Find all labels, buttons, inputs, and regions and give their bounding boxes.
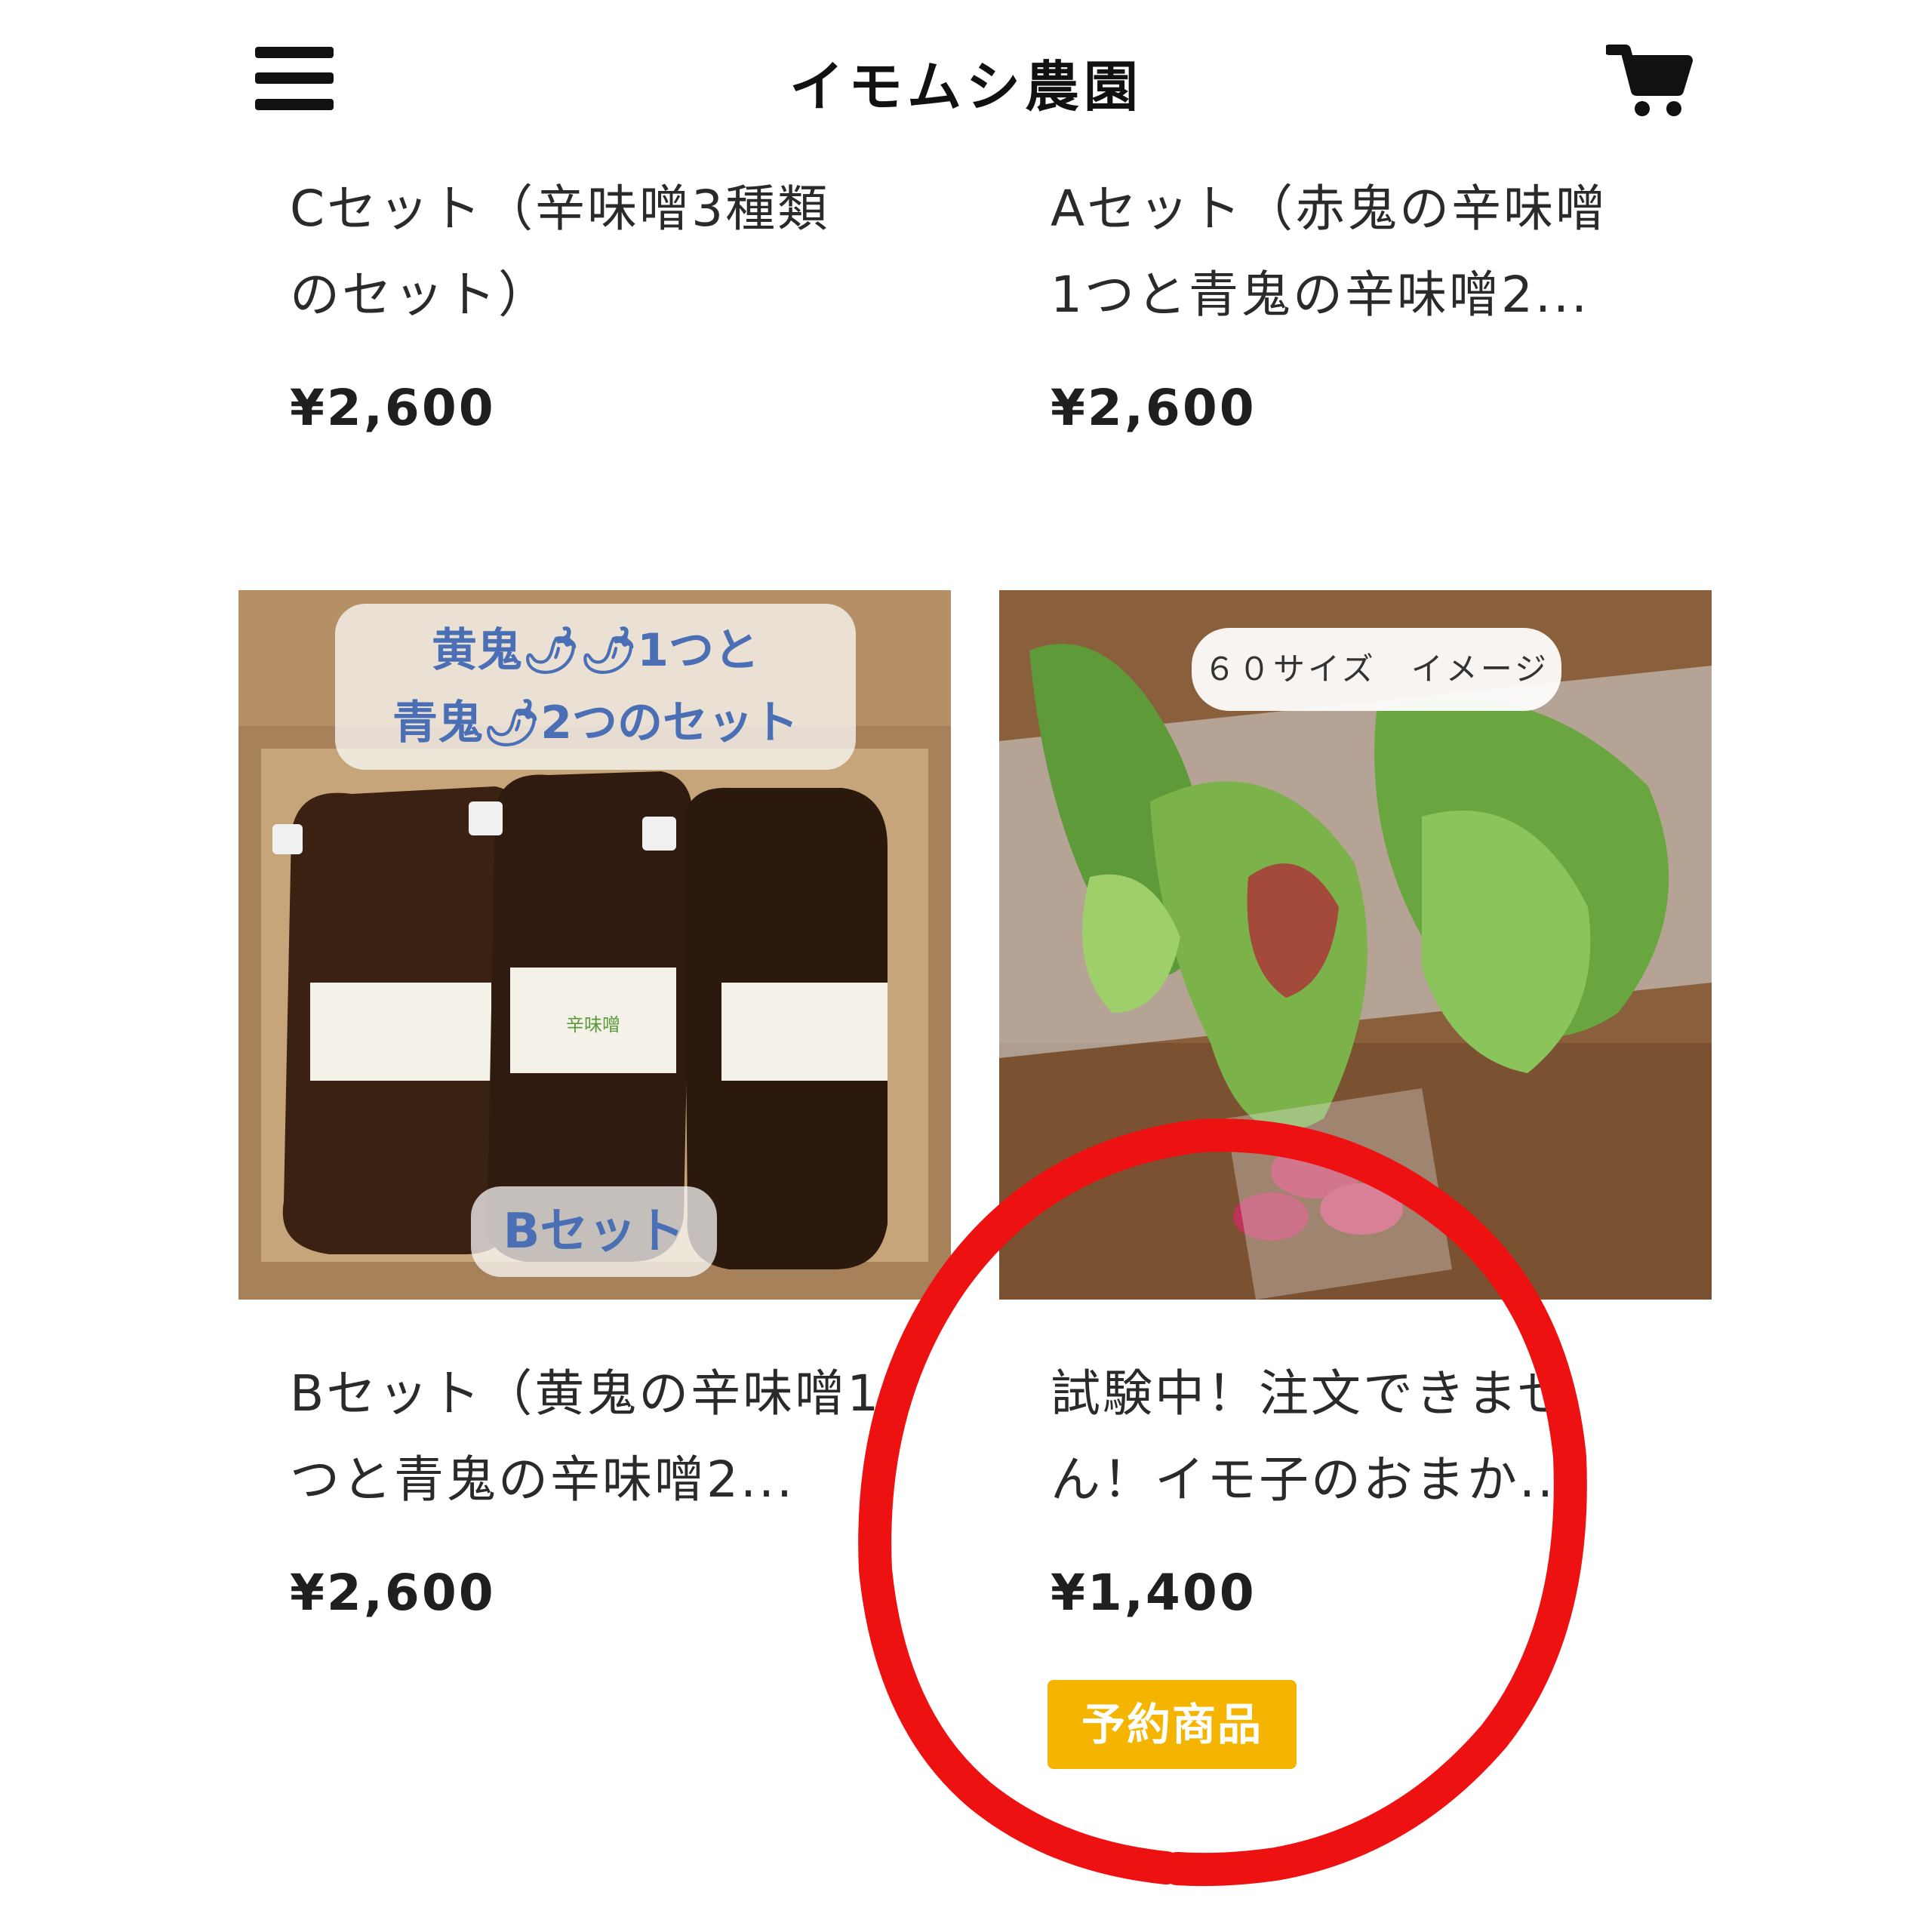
app-header: イモムシ農園	[0, 0, 1932, 162]
image-overlay-title: 黄鬼🌶🌶1つと 青鬼🌶2つのセット	[335, 604, 856, 770]
product-name-line1: Aセット（赤鬼の辛味噌	[1051, 180, 1608, 238]
product-name: Aセット（赤鬼の辛味噌 1つと青鬼の辛味噌2...	[1051, 166, 1608, 338]
product-card-b-set[interactable]: Bセット（黄鬼の辛味噌1 つと青鬼の辛味噌2... ¥2,600	[238, 1351, 951, 1638]
product-price: ¥2,600	[290, 379, 496, 437]
product-image-b-set[interactable]: 辛味噌 黄鬼🌶🌶1つと 青鬼🌶2つのセット Bセット	[238, 590, 951, 1300]
image-overlay-size-label: ６０サイズ イメージ	[1192, 628, 1561, 711]
product-name: Bセット（黄鬼の辛味噌1 つと青鬼の辛味噌2...	[290, 1351, 954, 1523]
product-image-vegetables[interactable]: ６０サイズ イメージ	[999, 590, 1712, 1300]
image-overlay-set-label: Bセット	[471, 1186, 717, 1277]
product-card-c-set[interactable]: Cセット（辛味噌3種類 のセット） ¥2,600	[238, 166, 955, 453]
product-name-line2: つと青鬼の辛味噌2...	[290, 1451, 795, 1509]
product-name: 試験中！注文できませ ん！イモ子のおまか...	[1051, 1351, 1700, 1523]
product-price: ¥1,400	[1051, 1564, 1257, 1622]
hamburger-menu-icon[interactable]	[255, 47, 334, 110]
overlay-line2: 青鬼🌶2つのセット	[392, 697, 798, 749]
product-name-line1: Cセット（辛味噌3種類	[290, 180, 830, 238]
product-name-line2: ん！イモ子のおまか...	[1051, 1451, 1574, 1509]
package-label: 辛味噌	[566, 1014, 620, 1035]
product-price: ¥2,600	[1051, 379, 1257, 437]
product-card-a-set[interactable]: Aセット（赤鬼の辛味噌 1つと青鬼の辛味噌2... ¥2,600	[999, 166, 1716, 453]
shopping-cart-icon[interactable]	[1604, 44, 1694, 119]
overlay-line1: 黄鬼🌶🌶1つと	[431, 624, 760, 677]
product-name-line2: 1つと青鬼の辛味噌2...	[1051, 266, 1589, 324]
product-price: ¥2,600	[290, 1564, 496, 1622]
product-name-line1: Bセット（黄鬼の辛味噌1	[290, 1364, 881, 1423]
product-name-line1: 試験中！注文できませ	[1051, 1364, 1571, 1423]
product-name-line2: のセット）	[290, 266, 550, 324]
product-name: Cセット（辛味噌3種類 のセット）	[290, 166, 830, 338]
store-title: イモムシ農園	[789, 55, 1143, 118]
preorder-badge: 予約商品	[1048, 1680, 1297, 1769]
